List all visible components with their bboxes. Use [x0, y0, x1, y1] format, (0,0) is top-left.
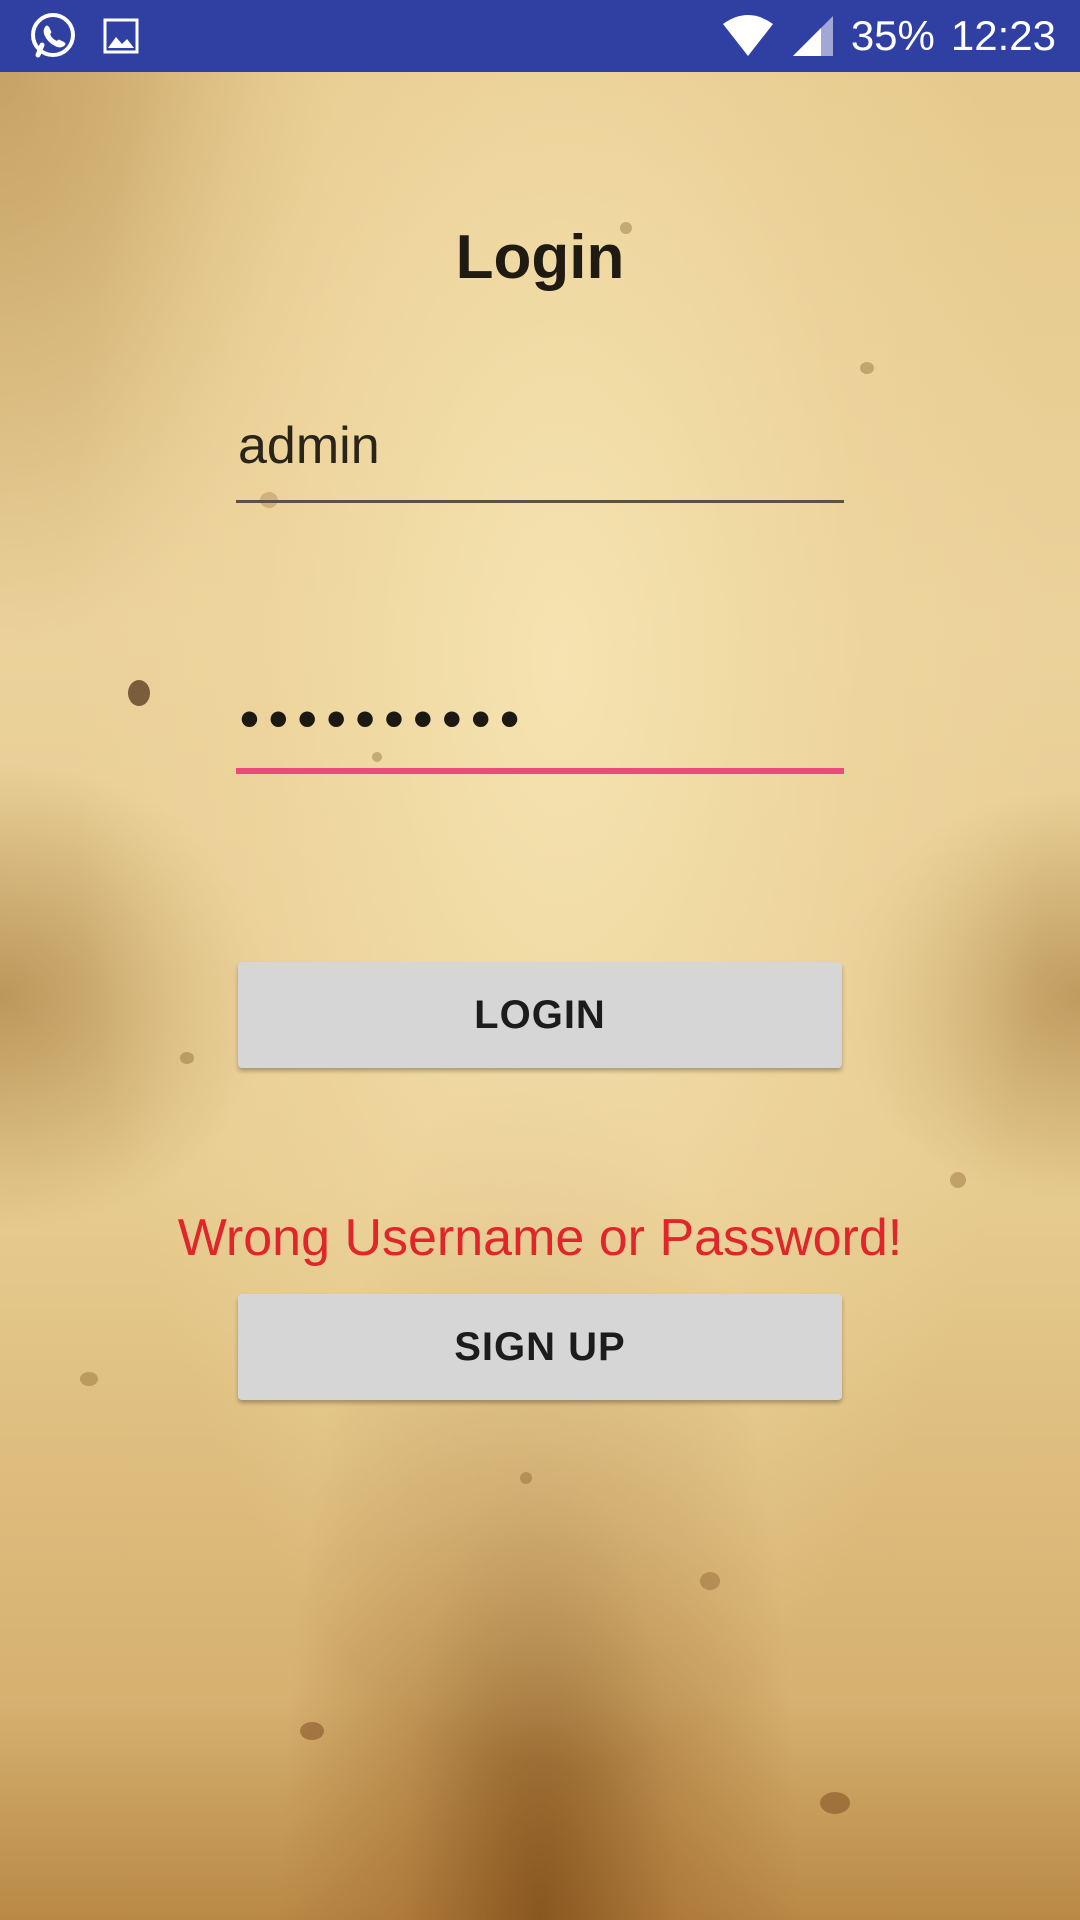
password-value: ••••••••••: [240, 689, 530, 749]
battery-level: 35%: [850, 12, 935, 59]
signup-button[interactable]: SIGN UP: [238, 1294, 842, 1400]
username-field[interactable]: admin: [236, 420, 844, 504]
clock: 12:23: [950, 12, 1056, 59]
page-title: Login: [455, 223, 625, 292]
login-screen: Login admin •••••••••• LOGIN Wrong Usern…: [0, 72, 1080, 1920]
username-value: admin: [238, 417, 380, 475]
wifi-icon: [721, 14, 775, 58]
status-bar: 35% 12:23: [0, 0, 1080, 72]
signal-icon: [791, 14, 835, 58]
whatsapp-icon: [28, 11, 78, 61]
username-underline: [236, 500, 844, 503]
image-icon: [102, 17, 140, 55]
password-underline: [236, 768, 844, 774]
login-button[interactable]: LOGIN: [238, 962, 842, 1068]
password-field[interactable]: ••••••••••: [236, 692, 844, 824]
error-message: Wrong Username or Password!: [177, 1209, 903, 1267]
